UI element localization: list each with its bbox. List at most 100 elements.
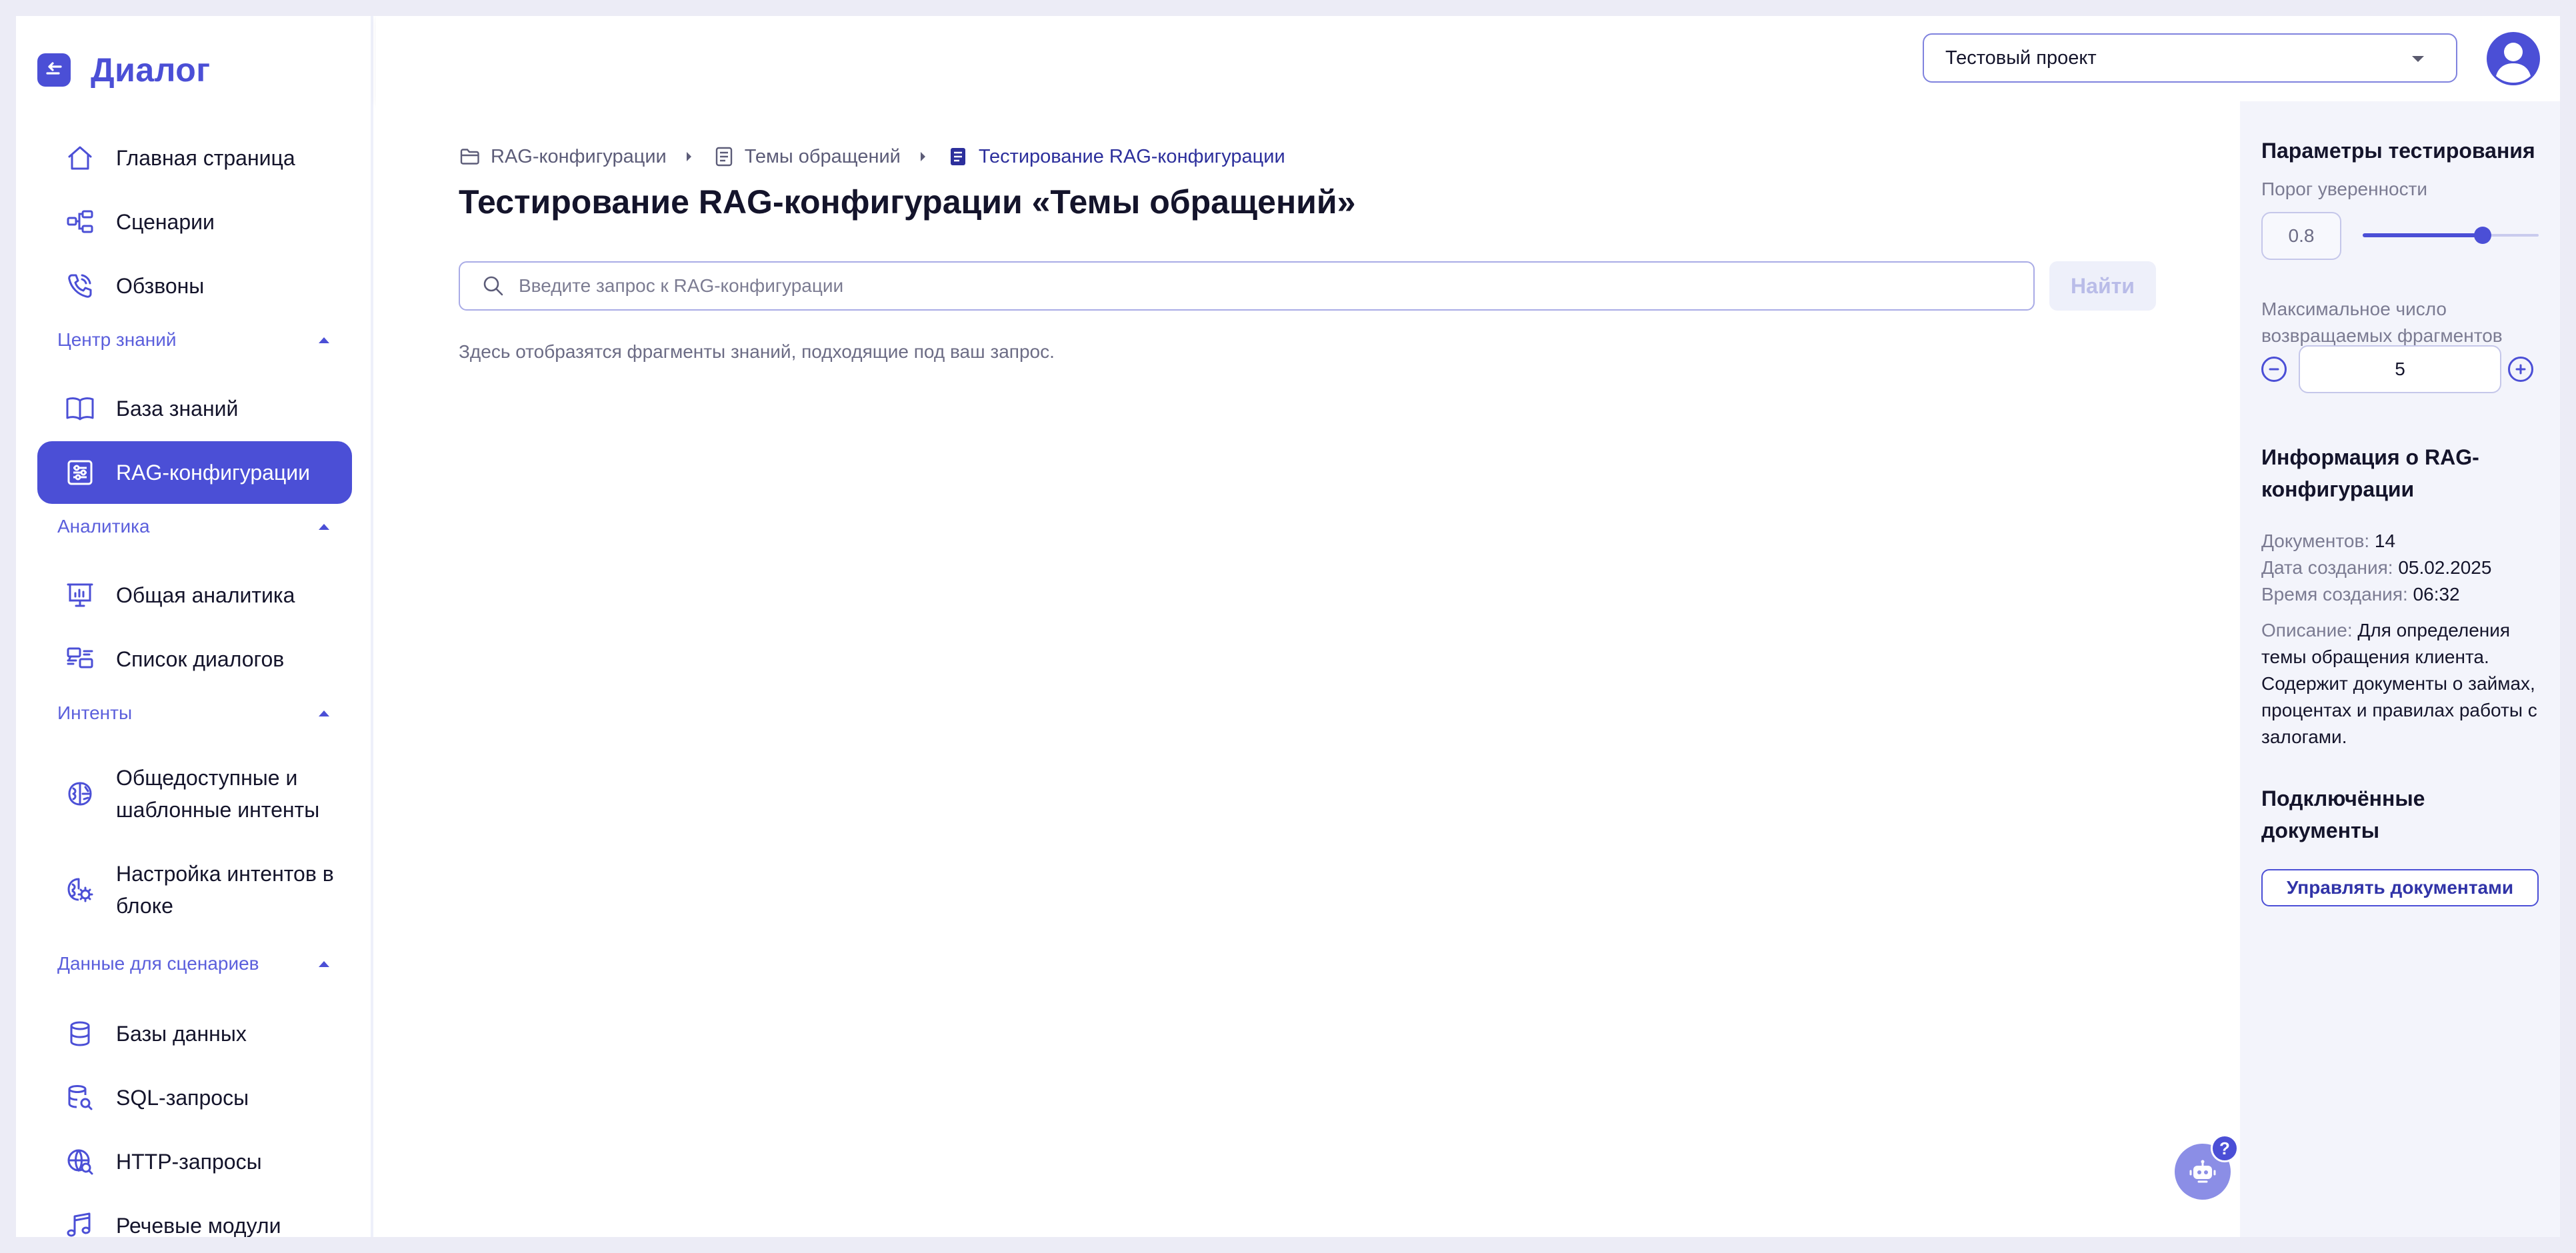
search-icon: [480, 273, 507, 299]
section-label: Данные для сценариев: [57, 953, 259, 974]
music-note-icon: [64, 1210, 96, 1237]
max-fragments-input[interactable]: 5: [2299, 345, 2501, 393]
section-label: Аналитика: [57, 516, 150, 537]
created-date: Дата создания: 05.02.2025: [2261, 555, 2491, 581]
search-box[interactable]: [459, 261, 2035, 311]
section-knowledge-toggle[interactable]: Центр знаний: [57, 327, 344, 353]
connected-docs-title: Подключённые документы: [2261, 786, 2425, 842]
search-input[interactable]: [519, 275, 1985, 297]
section-data-toggle[interactable]: Данные для сценариев: [57, 950, 344, 977]
sidebar-item-calls[interactable]: Обзвоны: [37, 255, 352, 317]
sidebar-item-block-intents[interactable]: Настройка интентов в блоке: [37, 846, 352, 933]
created-time: Время создания: 06:32: [2261, 581, 2460, 608]
sidebar-item-label: RAG-конфигурации: [116, 461, 311, 485]
plus-icon: [2515, 364, 2526, 375]
caret-up-icon: [319, 523, 329, 530]
sidebar-item-knowledge-base[interactable]: База знаний: [37, 377, 352, 440]
docs-value: 14: [2374, 531, 2396, 551]
created-time-label: Время создания:: [2261, 584, 2408, 605]
open-book-icon: [64, 393, 96, 425]
chat-list-icon: [64, 643, 96, 675]
app-logo[interactable]: Диалог: [37, 51, 211, 89]
sidebar-item-scenarios[interactable]: Сценарии: [37, 191, 352, 253]
document-list-icon: [713, 145, 735, 168]
presentation-chart-icon: [64, 579, 96, 611]
sidebar-item-public-intents[interactable]: Общедоступные и шаблонные интенты: [37, 750, 352, 837]
sidebar-item-label: База знаний: [116, 397, 239, 421]
sidebar-item-label: Общая аналитика: [116, 583, 295, 607]
sidebar-item-label: Настройка интентов в блоке: [116, 862, 334, 918]
app-window: Диалог Главная страница Сценарии Обзвоны…: [16, 16, 2560, 1237]
breadcrumb-current: Тестирование RAG-конфигурации: [947, 145, 1285, 168]
decrement-button[interactable]: [2261, 357, 2287, 382]
sidebar-item-label: Общедоступные и шаблонные интенты: [116, 766, 320, 822]
breadcrumb-label: RAG-конфигурации: [491, 145, 667, 167]
sidebar-item-label: HTTP-запросы: [116, 1150, 262, 1174]
section-analytics-toggle[interactable]: Аналитика: [57, 513, 344, 540]
home-icon: [64, 142, 96, 174]
user-avatar[interactable]: [2487, 32, 2540, 85]
docs-label: Документов:: [2261, 531, 2370, 551]
created-date-value: 05.02.2025: [2398, 557, 2492, 578]
sidebar-item-label: Сценарии: [116, 210, 215, 234]
section-label: Интенты: [57, 702, 133, 723]
breadcrumb-label: Темы обращений: [744, 145, 901, 167]
sidebar-item-speech[interactable]: Речевые модули: [37, 1194, 352, 1237]
user-icon: [2496, 43, 2531, 83]
scenario-tree-icon: [64, 206, 96, 238]
section-label: Центр знаний: [57, 329, 177, 350]
folder-icon: [459, 145, 481, 168]
slider-thumb[interactable]: [2473, 227, 2491, 244]
threshold-input[interactable]: 0.8: [2261, 212, 2341, 260]
globe-search-icon: [64, 1146, 96, 1178]
params-title: Параметры тестирования: [2261, 139, 2535, 163]
sidebar-item-label: Главная страница: [116, 146, 295, 170]
database-icon: [64, 1018, 96, 1050]
app-name: Диалог: [91, 51, 211, 89]
manage-documents-button[interactable]: Управлять документами: [2261, 869, 2539, 906]
project-select[interactable]: Тестовый проект: [1923, 33, 2457, 83]
page-title: Тестирование RAG-конфигурации «Темы обра…: [459, 183, 1356, 221]
sidebar-item-sql[interactable]: SQL-запросы: [37, 1066, 352, 1129]
created-date-label: Дата создания:: [2261, 557, 2393, 578]
section-intents-toggle[interactable]: Интенты: [57, 700, 344, 726]
brain-globe-icon: [64, 778, 96, 810]
results-hint: Здесь отобразятся фрагменты знаний, подх…: [459, 341, 1055, 362]
breadcrumb-rag-configs[interactable]: RAG-конфигурации: [459, 145, 667, 168]
sidebar-item-label: SQL-запросы: [116, 1086, 249, 1110]
increment-button[interactable]: [2508, 357, 2533, 382]
sidebar-item-http[interactable]: HTTP-запросы: [37, 1130, 352, 1193]
phone-call-icon: [64, 270, 96, 302]
caret-up-icon: [319, 960, 329, 967]
robot-icon: [2189, 1160, 2216, 1183]
main-content: RAG-конфигурации Темы обращений Тестиров…: [376, 101, 2240, 1237]
sidebar-item-databases[interactable]: Базы данных: [37, 1002, 352, 1065]
breadcrumb: RAG-конфигурации Темы обращений Тестиров…: [459, 145, 1285, 168]
breadcrumb-label: Тестирование RAG-конфигурации: [978, 145, 1285, 167]
top-header: Тестовый проект: [376, 16, 2560, 101]
threshold-slider[interactable]: [2363, 227, 2539, 244]
breadcrumb-topics[interactable]: Темы обращений: [713, 145, 901, 168]
minus-icon: [2269, 368, 2279, 371]
sidebar-item-home[interactable]: Главная страница: [37, 127, 352, 189]
description: Описание: Для определения темы обращения…: [2261, 617, 2548, 750]
sidebar-item-rag[interactable]: RAG-конфигурации: [37, 441, 352, 504]
settings-sliders-icon: [64, 457, 96, 489]
sidebar-item-label: Речевые модули: [116, 1214, 281, 1237]
info-title: Информация о RAG-конфигурации: [2261, 445, 2479, 501]
sidebar-item-label: Базы данных: [116, 1022, 247, 1046]
chevron-down-icon: [2412, 56, 2424, 62]
sidebar-item-analytics[interactable]: Общая аналитика: [37, 564, 352, 626]
sidebar-item-label: Список диалогов: [116, 647, 285, 671]
logo-icon: [37, 53, 71, 87]
caret-up-icon: [319, 337, 329, 343]
assistant-help-button[interactable]: ?: [2175, 1134, 2239, 1200]
database-search-icon: [64, 1082, 96, 1114]
document-filled-icon: [947, 145, 969, 168]
slider-fill: [2363, 233, 2483, 237]
find-button[interactable]: Найти: [2049, 261, 2156, 311]
chevron-right-icon: [686, 152, 691, 161]
sidebar-item-dialogs[interactable]: Список диалогов: [37, 628, 352, 690]
chevron-right-icon: [920, 152, 925, 161]
sidebar: Диалог Главная страница Сценарии Обзвоны…: [16, 16, 373, 1237]
